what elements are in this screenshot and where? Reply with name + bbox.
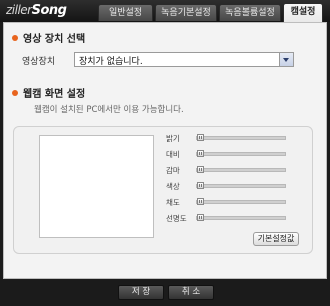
slider-label-brightness: 밝기 <box>166 134 180 143</box>
saturation-slider[interactable] <box>196 198 286 205</box>
title-bar: zillerSong 일반설정 녹음기본설정 녹음볼륨설정 캠설정 <box>0 0 330 22</box>
slider-knob[interactable] <box>197 150 204 157</box>
slider-label-hue: 색상 <box>166 182 180 191</box>
save-button[interactable]: 저 장 <box>118 285 164 300</box>
settings-panel: 영상 장치 선택 영상장치 장치가 없습니다. 웹캠 화면 설정 웹캠이 설치된… <box>3 22 327 279</box>
slider-label-gamma: 감마 <box>166 166 180 175</box>
brightness-slider[interactable] <box>196 134 286 141</box>
video-device-section-title: 영상 장치 선택 <box>23 34 86 45</box>
slider-label-sharpness: 선명도 <box>166 214 187 223</box>
app-logo: zillerSong <box>6 3 67 18</box>
webcam-preview <box>39 135 154 238</box>
slider-knob[interactable] <box>197 134 204 141</box>
slider-knob[interactable] <box>197 214 204 221</box>
webcam-note: 웹캠이 설치된 PC에서만 이용 가능합니다. <box>34 105 184 115</box>
cancel-button[interactable]: 취 소 <box>168 285 214 300</box>
slider-label-saturation: 채도 <box>166 198 180 207</box>
webcam-section-title: 웹캠 화면 설정 <box>23 89 86 100</box>
video-device-label: 영상장치 <box>22 57 56 67</box>
sharpness-slider[interactable] <box>196 214 286 221</box>
video-device-select[interactable]: 장치가 없습니다. <box>74 52 294 67</box>
tab-cam-settings[interactable]: 캠설정 <box>283 3 323 22</box>
slider-knob[interactable] <box>197 182 204 189</box>
reset-defaults-button[interactable]: 기본설정값 <box>253 232 299 246</box>
bullet-icon <box>12 35 18 41</box>
slider-label-contrast: 대비 <box>166 150 180 159</box>
contrast-slider[interactable] <box>196 150 286 157</box>
slider-knob[interactable] <box>197 166 204 173</box>
bullet-icon <box>12 90 18 96</box>
chevron-down-icon[interactable] <box>279 53 293 66</box>
gamma-slider[interactable] <box>196 166 286 173</box>
tab-general[interactable]: 일반설정 <box>98 4 153 21</box>
slider-knob[interactable] <box>197 198 204 205</box>
tab-recording-volume[interactable]: 녹음볼륨설정 <box>219 4 281 21</box>
settings-window: zillerSong 일반설정 녹음기본설정 녹음볼륨설정 캠설정 영상 장치 … <box>0 0 330 306</box>
hue-slider[interactable] <box>196 182 286 189</box>
video-device-value: 장치가 없습니다. <box>79 57 143 67</box>
tab-recording-basic[interactable]: 녹음기본설정 <box>155 4 217 21</box>
